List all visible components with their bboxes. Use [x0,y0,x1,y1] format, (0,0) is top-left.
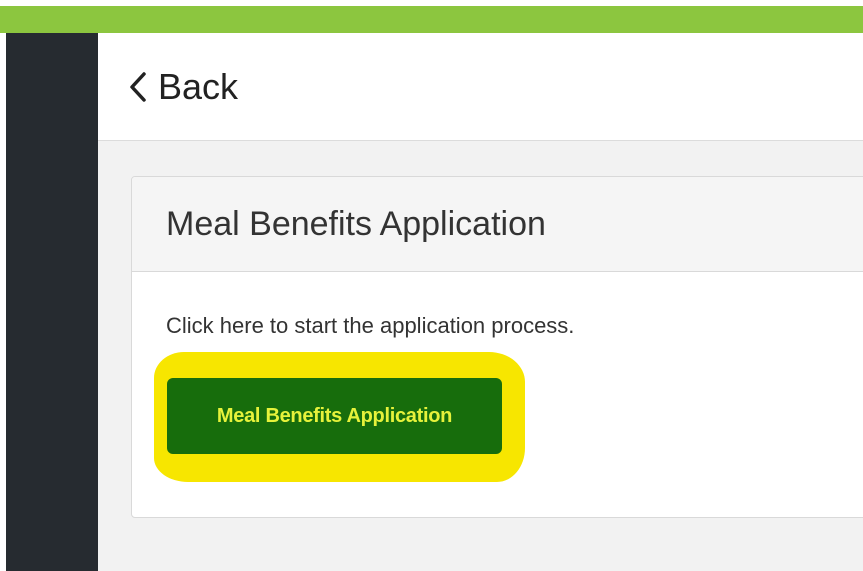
back-label: Back [158,66,239,107]
card-header: Meal Benefits Application [132,177,863,272]
meal-benefits-application-button[interactable]: Meal Benefits Application [167,378,502,454]
top-accent-bar [0,6,863,33]
sidebar [6,33,98,571]
card-title: Meal Benefits Application [166,205,546,243]
meal-benefits-card: Meal Benefits Application Click here to … [131,176,863,518]
main-content: Meal Benefits Application Click here to … [98,141,863,571]
chevron-left-icon [128,71,148,103]
page-header: Back [98,33,863,141]
back-link[interactable]: Back [128,67,238,107]
instructions-text: Click here to start the application proc… [166,313,575,338]
card-body: Click here to start the application proc… [132,272,863,517]
